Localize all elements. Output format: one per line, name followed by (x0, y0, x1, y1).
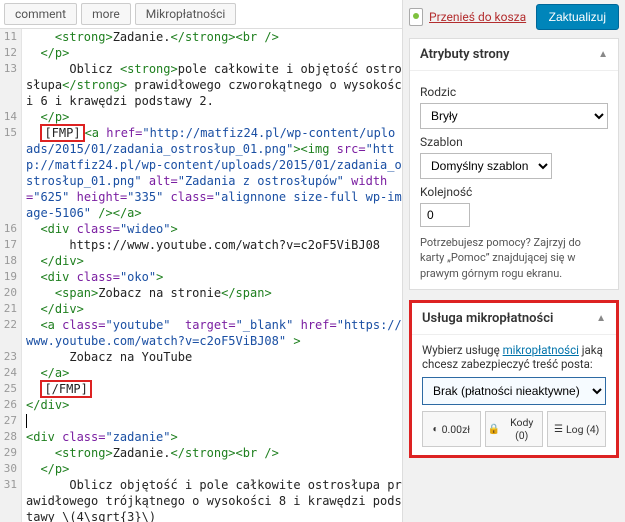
chevron-up-icon: ▲ (598, 49, 608, 60)
micropayments-link[interactable]: mikropłatności (503, 343, 579, 357)
update-button[interactable]: Zaktualizuj (536, 4, 619, 30)
order-input[interactable] (420, 203, 470, 227)
tab-more[interactable]: more (81, 3, 131, 25)
parent-select[interactable]: Bryły (420, 103, 608, 129)
micropayment-service-select[interactable]: Brak (płatności nieaktywne) (422, 377, 606, 405)
log-button[interactable]: ☰ Log (4) (547, 411, 606, 447)
trash-icon (409, 8, 423, 26)
panel-title-micropayments: Usługa mikropłatności (422, 311, 553, 326)
code-editor[interactable]: 1112131415161718192021222324252627282930… (0, 28, 402, 522)
panel-toggle-micropayments[interactable]: Usługa mikropłatności ▲ (412, 303, 616, 335)
move-to-trash-link[interactable]: Przenieś do kosza (409, 8, 526, 26)
parent-label: Rodzic (420, 85, 608, 99)
price-button[interactable]: ◐ 0.00zł (422, 411, 481, 447)
tab-comment[interactable]: comment (4, 3, 77, 25)
micro-intro-text: Wybierz usługę mikropłatności jaką chces… (422, 343, 603, 371)
globe-icon: ◐ (433, 424, 439, 435)
help-text: Potrzebujesz pomocy? Zajrzyj do karty „P… (420, 235, 608, 281)
list-icon: ☰ (554, 424, 563, 435)
trash-label: Przenieś do kosza (429, 10, 526, 24)
lock-icon: 🔒 (488, 424, 500, 435)
order-label: Kolejność (420, 185, 608, 199)
template-label: Szablon (420, 135, 608, 149)
panel-title-page-attributes: Atrybuty strony (420, 47, 509, 62)
tab-micropayments[interactable]: Mikropłatności (135, 3, 237, 25)
chevron-up-icon: ▲ (596, 313, 606, 324)
template-select[interactable]: Domyślny szablon (420, 153, 552, 179)
panel-toggle-page-attributes[interactable]: Atrybuty strony ▲ (410, 39, 618, 71)
codes-button[interactable]: 🔒 Kody (0) (485, 411, 544, 447)
